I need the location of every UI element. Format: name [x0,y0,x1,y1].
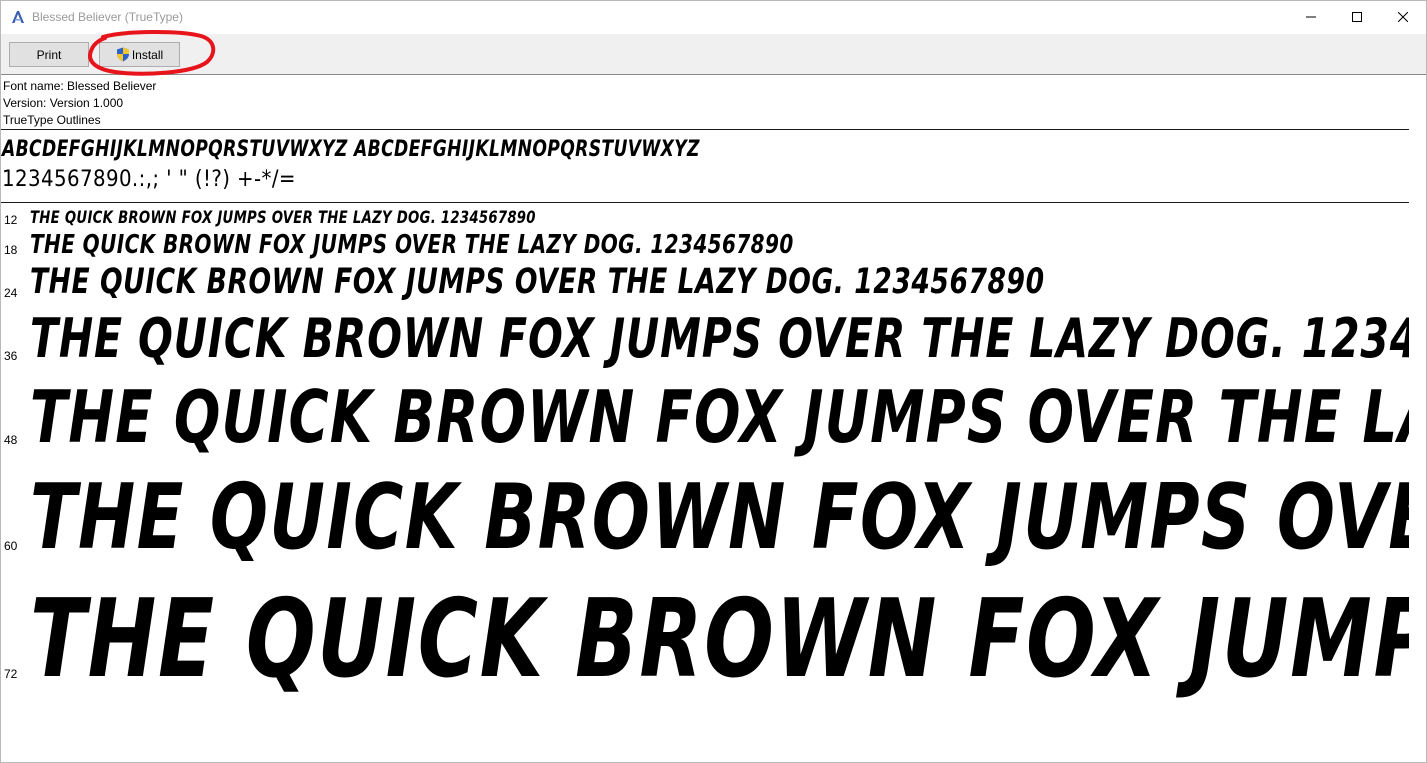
font-outlines-text: TrueType Outlines [3,113,101,127]
font-name-text: Font name: Blessed Believer [3,79,157,93]
sample-text: THE QUICK BROWN FOX JUMPS OVER THE LAZY … [30,208,536,228]
close-button[interactable] [1380,1,1426,33]
sample-size-label: 72 [4,667,18,681]
window-title: Blessed Believer (TrueType) [32,10,183,24]
font-version-text: Version: Version 1.000 [3,96,124,110]
font-info: Font name: Blessed Believer Version: Ver… [3,78,156,129]
title-bar[interactable]: Blessed Believer (TrueType) [1,1,1426,34]
charset-alphabet: ABCDEFGHIJKLMNOPQRSTUVWXYZ ABCDEFGHIJKLM… [2,137,700,162]
print-button[interactable]: Print [9,42,89,67]
sample-row-36: 36 THE QUICK BROWN FOX JUMPS OVER THE LA… [1,307,1410,375]
maximize-button[interactable] [1334,1,1380,33]
minimize-button[interactable] [1288,1,1334,33]
charset-digits: 1234567890.:,; ' " (!?) +-*/= [2,167,296,192]
font-viewer-window: Blessed Believer (TrueType) Print Instal… [0,0,1427,763]
sample-text: THE QUICK BROWN FOX JUMPS OVER THE LAZY … [30,307,1410,370]
divider-samples [1,202,1410,203]
sample-size-label: 24 [4,286,18,300]
sample-size-label: 48 [4,433,18,447]
sample-text: THE QUICK BROWN FOX JUMPS OVER THE LAZY [30,375,1410,459]
install-button[interactable]: Install [99,42,180,67]
sample-size-label: 18 [4,243,18,257]
sample-size-label: 60 [4,539,18,553]
close-icon [1398,12,1408,22]
maximize-icon [1352,12,1362,22]
sample-row-24: 24 THE QUICK BROWN FOX JUMPS OVER THE LA… [1,262,1410,307]
sample-row-48: 48 THE QUICK BROWN FOX JUMPS OVER THE LA… [1,375,1410,465]
sample-size-label: 12 [4,213,18,227]
uac-shield-icon [116,47,129,62]
sample-text: THE QUICK BROWN FOX JUMPS O [30,577,1410,702]
sample-row-12: 12 THE QUICK BROWN FOX JUMPS OVER THE LA… [1,208,1410,230]
sample-row-18: 18 THE QUICK BROWN FOX JUMPS OVER THE LA… [1,230,1410,262]
sample-text: THE QUICK BROWN FOX JUMPS OVER TH [30,465,1410,570]
sample-text: THE QUICK BROWN FOX JUMPS OVER THE LAZY … [30,262,1045,302]
divider-top [1,129,1410,130]
sample-row-72: 72 THE QUICK BROWN FOX JUMPS O [1,577,1410,705]
vertical-scrollbar[interactable] [1409,75,1426,762]
toolbar: Print Install [1,34,1426,75]
print-button-label: Print [36,47,62,62]
font-viewer-app-icon [12,11,24,23]
minimize-icon [1306,16,1316,18]
sample-text: THE QUICK BROWN FOX JUMPS OVER THE LAZY … [30,230,794,260]
sample-size-label: 36 [4,349,18,363]
install-button-label: Install [131,47,164,62]
sample-row-60: 60 THE QUICK BROWN FOX JUMPS OVER TH [1,465,1410,577]
